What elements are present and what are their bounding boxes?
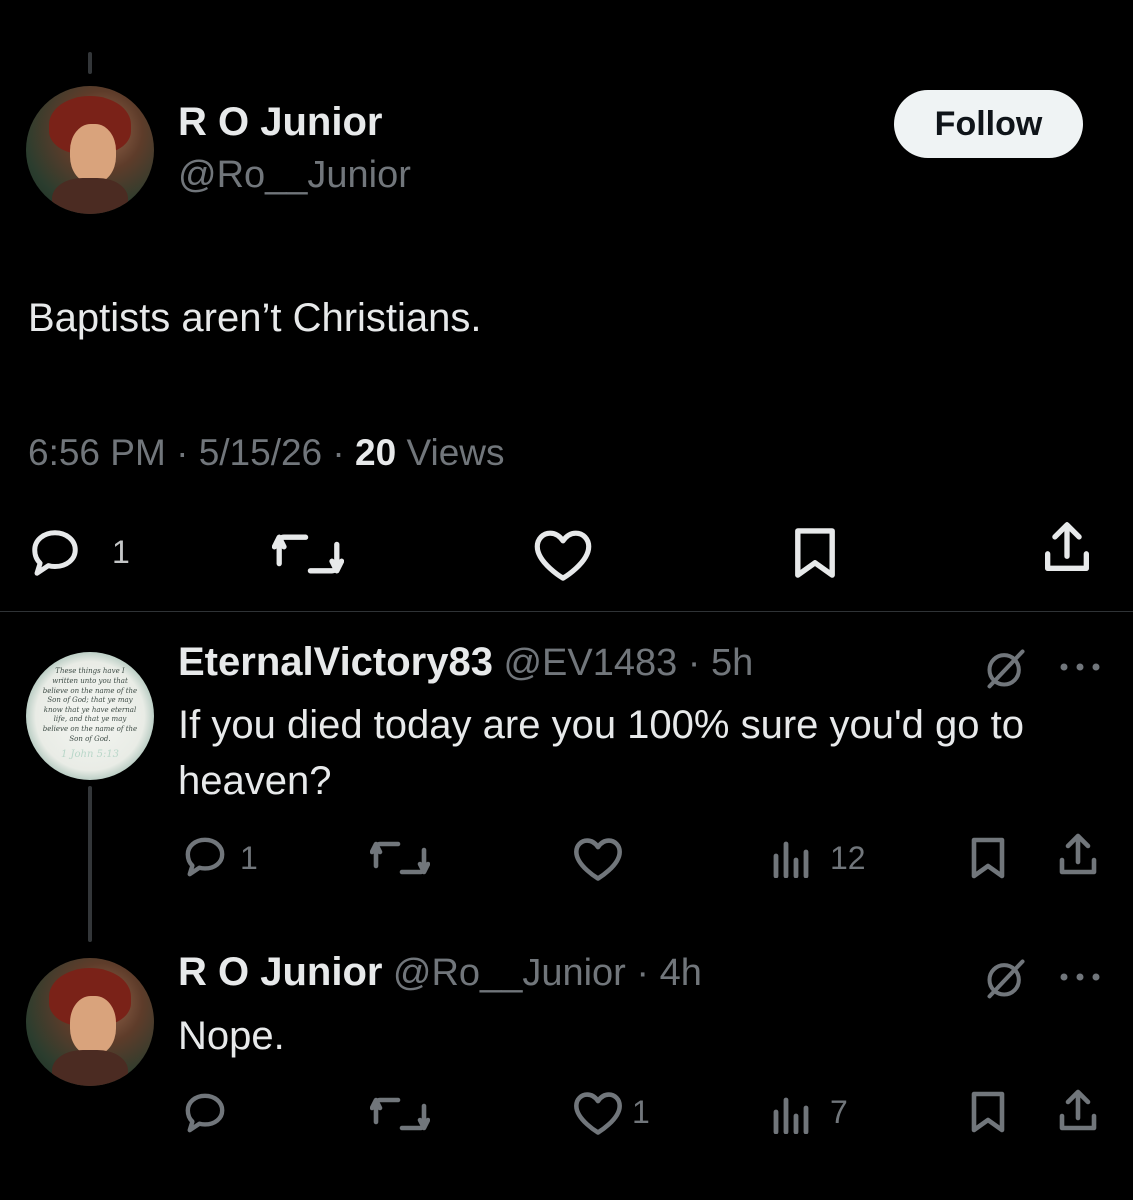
tweet-age: · 4h <box>625 952 702 994</box>
share-icon[interactable] <box>1056 832 1100 880</box>
bookmark-icon[interactable] <box>968 1090 1008 1134</box>
reply-icon[interactable] <box>28 528 82 578</box>
author-handle[interactable]: @EV1483 <box>503 642 677 684</box>
tweet-age: · 5h <box>677 642 754 684</box>
reply-icon[interactable] <box>182 1092 228 1134</box>
thread-connector <box>88 786 92 942</box>
tweet-time[interactable]: 6:56 PM <box>28 432 166 473</box>
views-icon[interactable] <box>772 1096 812 1134</box>
tweet-meta: 6:56 PM · 5/15/26 · 20 Views <box>28 432 505 473</box>
views-count: 20 <box>355 432 397 473</box>
bookmark-icon[interactable] <box>790 526 840 580</box>
views-icon[interactable] <box>772 840 812 878</box>
author-name[interactable]: R O Junior <box>178 950 382 994</box>
avatar[interactable] <box>26 86 154 214</box>
retweet-icon[interactable] <box>272 530 344 578</box>
more-icon[interactable] <box>1058 970 1102 984</box>
grok-icon[interactable] <box>984 956 1028 1000</box>
avatar[interactable] <box>26 958 154 1086</box>
author-name[interactable]: R O Junior <box>178 100 382 145</box>
author-handle[interactable]: @Ro__Junior <box>393 952 626 994</box>
share-icon[interactable] <box>1040 520 1094 578</box>
reply-header: EternalVictory83 @EV1483 · 5h <box>178 640 753 685</box>
retweet-icon[interactable] <box>370 1094 430 1134</box>
tweet-text: Baptists aren’t Christians. <box>28 296 482 340</box>
divider <box>0 611 1133 612</box>
tweet-date[interactable]: 5/15/26 <box>199 432 322 473</box>
follow-button[interactable]: Follow <box>894 90 1083 158</box>
views-label: Views <box>396 432 505 473</box>
like-icon[interactable] <box>572 1090 624 1136</box>
thread-connector-top <box>88 52 92 74</box>
reply-count: 1 <box>240 840 258 876</box>
views-count: 12 <box>830 840 866 876</box>
bookmark-icon[interactable] <box>968 836 1008 880</box>
grok-icon[interactable] <box>984 646 1028 690</box>
more-icon[interactable] <box>1058 660 1102 674</box>
share-icon[interactable] <box>1056 1088 1100 1136</box>
retweet-icon[interactable] <box>370 838 430 878</box>
reply-icon[interactable] <box>182 836 228 878</box>
reply-text: Nope. <box>178 1014 285 1058</box>
views-count: 7 <box>830 1094 848 1130</box>
reply-header: R O Junior @Ro__Junior · 4h <box>178 950 702 995</box>
reply-text: If you died today are you 100% sure you'… <box>178 703 1024 803</box>
avatar[interactable]: These things have I written unto you tha… <box>26 652 154 780</box>
like-count: 1 <box>632 1094 650 1130</box>
author-name[interactable]: EternalVictory83 <box>178 640 493 684</box>
like-icon[interactable] <box>532 528 594 582</box>
like-icon[interactable] <box>572 836 624 882</box>
author-handle[interactable]: @Ro__Junior <box>178 154 411 197</box>
reply-count: 1 <box>112 534 130 570</box>
